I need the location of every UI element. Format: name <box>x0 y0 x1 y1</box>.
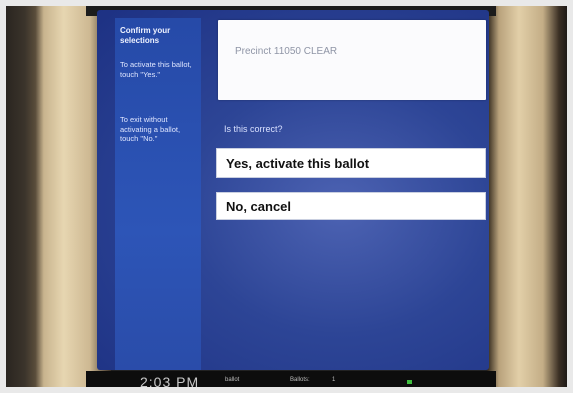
status-item-ballots: Ballots: <box>290 377 310 383</box>
activate-instruction: To activate this ballot, touch "Yes." <box>120 60 192 79</box>
voting-screen: Confirm your selections To activate this… <box>97 10 489 370</box>
status-bar: 2:03 PM ballot Ballots: 1 <box>120 376 480 387</box>
confirmation-question: Is this correct? <box>224 124 283 134</box>
selection-summary-box: Precinct 11050 CLEAR <box>218 20 486 100</box>
status-item-count: 1 <box>332 377 336 383</box>
device-bezel-left <box>6 6 111 387</box>
device-bezel-right <box>487 6 567 387</box>
exit-instruction: To exit without activating a ballot, tou… <box>120 115 181 143</box>
precinct-label: Precinct 11050 CLEAR <box>235 46 338 57</box>
clock-time: 2:03 PM <box>140 376 200 387</box>
device-photo: Confirm your selections To activate this… <box>6 6 567 387</box>
status-indicator-icon <box>407 380 412 384</box>
status-item-ballot: ballot <box>225 377 240 383</box>
sidebar-heading: Confirm your selections <box>120 26 171 45</box>
activate-ballot-button[interactable]: Yes, activate this ballot <box>216 148 486 178</box>
instructions-sidebar: Confirm your selections To activate this… <box>115 18 201 370</box>
cancel-button[interactable]: No, cancel <box>216 192 486 220</box>
